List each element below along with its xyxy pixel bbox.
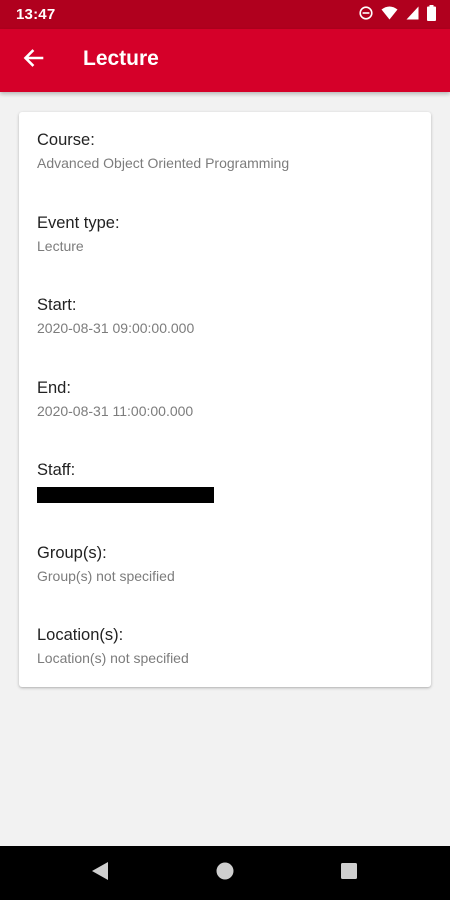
end-field: End: 2020-08-31 11:00:00.000 [37, 378, 193, 420]
event-type-value: Lecture [37, 238, 84, 254]
status-time: 13:47 [16, 6, 56, 23]
course-label: Course: [37, 131, 95, 149]
staff-label: Staff: [37, 461, 76, 479]
nav-recents-button[interactable] [319, 846, 379, 900]
app-bar: Lecture [0, 29, 450, 92]
event-type-label: Event type: [37, 214, 120, 232]
staff-redacted-value [37, 487, 214, 503]
arrow-left-icon [22, 48, 44, 73]
nav-home-button[interactable] [195, 846, 255, 900]
start-field: Start: 2020-08-31 09:00:00.000 [37, 295, 194, 337]
locations-label: Location(s): [37, 626, 124, 644]
start-value: 2020-08-31 09:00:00.000 [37, 320, 195, 336]
groups-label: Group(s): [37, 544, 107, 562]
recents-square-icon [340, 862, 358, 885]
system-nav-bar [0, 846, 450, 900]
back-triangle-icon [91, 861, 109, 886]
cell-signal-icon [406, 6, 419, 25]
start-label: Start: [37, 296, 77, 314]
status-icons [359, 4, 436, 26]
event-type-field: Event type: Lecture [37, 213, 120, 255]
groups-value: Group(s) not specified [37, 568, 175, 584]
locations-value: Location(s) not specified [37, 650, 189, 666]
battery-icon [427, 4, 436, 26]
page-title: Lecture [83, 47, 159, 70]
nav-back-button[interactable] [70, 846, 130, 900]
status-bar: 13:47 [0, 0, 450, 29]
wifi-icon [381, 6, 398, 25]
course-field: Course: Advanced Object Oriented Program… [37, 130, 289, 172]
event-details-card: Course: Advanced Object Oriented Program… [19, 112, 431, 687]
home-circle-icon [215, 861, 235, 886]
end-value: 2020-08-31 11:00:00.000 [37, 403, 194, 419]
locations-field: Location(s): Location(s) not specified [37, 625, 189, 667]
back-button[interactable] [10, 37, 56, 83]
end-label: End: [37, 379, 71, 397]
staff-field: Staff: [37, 460, 214, 503]
groups-field: Group(s): Group(s) not specified [37, 543, 175, 585]
course-value: Advanced Object Oriented Programming [37, 155, 290, 171]
do-not-disturb-icon [359, 5, 373, 25]
